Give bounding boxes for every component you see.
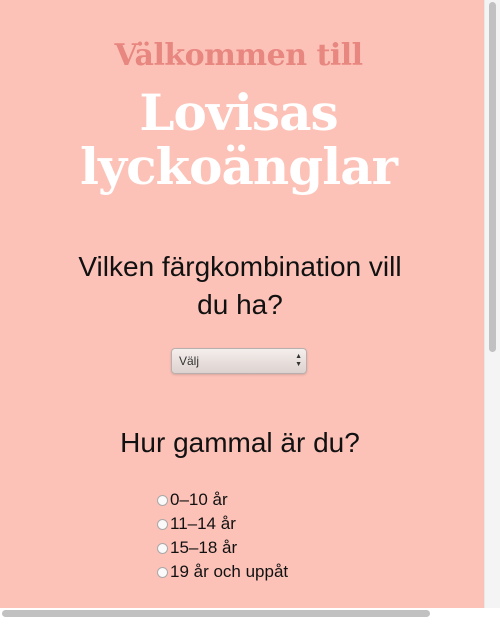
age-option[interactable]: 15–18 år (157, 536, 288, 560)
welcome-heading: Välkommen till (114, 38, 363, 73)
page-content: Välkommen till Lovisas lyckoänglar Vilke… (0, 0, 484, 608)
age-option-label: 19 år och uppåt (170, 562, 289, 581)
horizontal-scrollbar[interactable] (0, 608, 500, 619)
radio-button[interactable] (157, 518, 168, 530)
color-select-value: Välj (179, 354, 200, 368)
radio-button[interactable] (157, 494, 168, 506)
age-option[interactable]: 19 år och uppåt (157, 560, 288, 584)
age-option-label: 11–14 år (170, 514, 236, 533)
age-option[interactable]: 11–14 år (157, 512, 288, 536)
vertical-scroll-thumb[interactable] (489, 2, 496, 352)
radio-button[interactable] (157, 542, 168, 554)
age-option[interactable]: 0–10 år (157, 488, 288, 512)
color-question-label: Vilken färgkombination vill du ha? (40, 248, 440, 324)
brand-title: Lovisas lyckoänglar (0, 86, 477, 194)
select-arrows-icon: ▲ ▼ (295, 353, 302, 368)
brand-title-line-2: lyckoänglar (80, 137, 398, 196)
age-radio-group: 0–10 år 11–14 år 15–18 år 19 år och uppå… (157, 488, 288, 584)
age-question-label: Hur gammal är du? (120, 427, 360, 458)
color-question-line-2: du ha? (197, 289, 283, 320)
brand-title-line-1: Lovisas (139, 83, 338, 142)
vertical-scrollbar[interactable] (484, 0, 500, 608)
color-select[interactable]: Välj ▲ ▼ (171, 348, 307, 374)
age-option-label: 0–10 år (170, 490, 228, 509)
horizontal-scroll-thumb[interactable] (2, 610, 430, 617)
color-question-line-1: Vilken färgkombination vill (78, 251, 402, 282)
age-option-label: 15–18 år (170, 538, 238, 557)
radio-button[interactable] (157, 566, 168, 578)
